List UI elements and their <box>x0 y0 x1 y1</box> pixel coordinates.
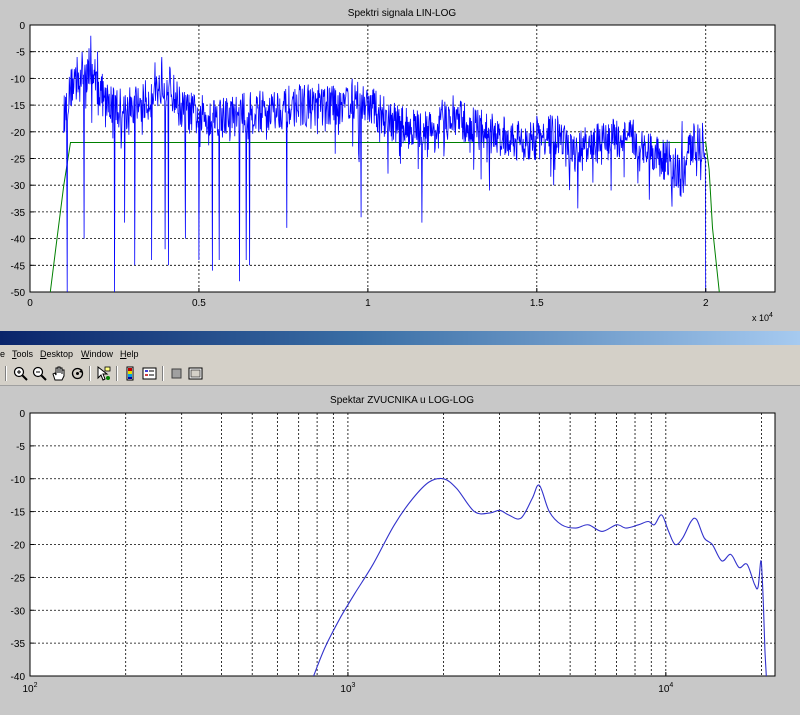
zoom-in-icon[interactable] <box>12 365 29 382</box>
y-tick-label: 0 <box>19 21 25 32</box>
rotate-3d-icon[interactable] <box>69 365 86 382</box>
toolbar-separator <box>162 366 164 381</box>
y-tick-label: -25 <box>11 155 26 166</box>
x-tick-label: 0 <box>27 298 33 309</box>
menu-item-window[interactable]: Window <box>81 349 113 359</box>
y-tick-label: -35 <box>11 639 26 650</box>
lin-log-spectrum-chart: Spektri signala LIN-LOG 0 0.5 1 1.5 2 0 -5 -10… <box>11 8 776 323</box>
y-tick-label: -30 <box>11 181 26 192</box>
chart-title-2: Spektar ZVUCNIKA u LOG-LOG <box>330 395 474 406</box>
y-tick-label: -40 <box>11 672 26 683</box>
toolbar-separator <box>89 366 91 381</box>
y-tick-label: -15 <box>11 508 26 519</box>
y-tick-label: -50 <box>11 288 26 299</box>
menu-item-help[interactable]: Help <box>120 349 139 359</box>
toolbar-separator <box>116 366 118 381</box>
legend-icon[interactable] <box>141 365 158 382</box>
y-tick-label: -30 <box>11 606 26 617</box>
chart-title-1: Spektri signala LIN-LOG <box>348 8 457 19</box>
menu-item-edit-partial[interactable]: e <box>0 349 5 359</box>
log-log-speaker-spectrum-chart: Spektar ZVUCNIKA u LOG-LOG 102 103 104 0 -5… <box>11 395 776 695</box>
x-tick-label: 1 <box>365 298 371 309</box>
y-tick-label: 0 <box>19 409 25 420</box>
y-tick-label: -35 <box>11 208 26 219</box>
y-tick-label: -5 <box>16 442 25 453</box>
x-tick-label: 104 <box>658 682 673 695</box>
figure-toolbar <box>0 363 800 386</box>
x-tick-label: 2 <box>703 298 709 309</box>
toolbar-separator <box>5 366 7 381</box>
y-tick-label: -45 <box>11 261 26 272</box>
menu-item-desktop[interactable]: Desktop <box>40 349 73 359</box>
y-tick-label: -5 <box>16 48 25 59</box>
y-tick-label: -25 <box>11 573 26 584</box>
pan-hand-icon[interactable] <box>50 365 67 382</box>
zoom-out-icon[interactable] <box>31 365 48 382</box>
y-tick-label: -20 <box>11 541 26 552</box>
hide-plot-tools-icon[interactable] <box>168 365 185 382</box>
x-tick-label: 103 <box>340 682 355 695</box>
y-tick-label: -15 <box>11 101 26 112</box>
figure-menubar: e Tools Desktop Window Help <box>0 345 800 363</box>
x-tick-label: 0.5 <box>192 298 206 309</box>
menu-item-tools[interactable]: Tools <box>12 349 33 359</box>
y-tick-label: -10 <box>11 475 26 486</box>
colorbar-icon[interactable] <box>122 365 139 382</box>
x-tick-label: 1.5 <box>530 298 544 309</box>
show-plot-tools-icon[interactable] <box>187 365 204 382</box>
data-cursor-icon[interactable] <box>95 365 112 382</box>
x-multiplier-label: x 104 <box>752 312 773 323</box>
y-tick-label: -10 <box>11 74 26 85</box>
y-tick-label: -40 <box>11 235 26 246</box>
y-tick-label: -20 <box>11 128 26 139</box>
figure-window-titlebar[interactable] <box>0 331 800 345</box>
x-tick-label: 102 <box>22 682 37 695</box>
